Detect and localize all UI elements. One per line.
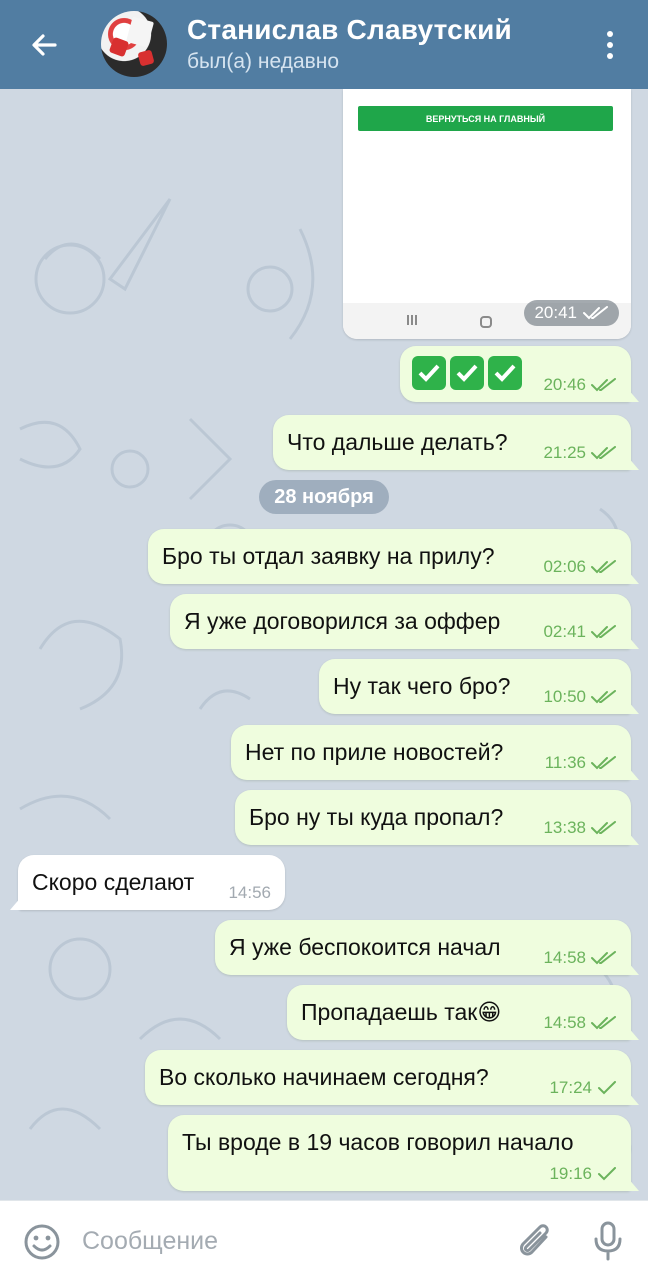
- date-separator: 28 ноября: [259, 480, 389, 514]
- message-time: 10:50: [543, 687, 586, 706]
- message-time: 20:46: [543, 375, 586, 394]
- message-bubble-incoming[interactable]: Скоро сделают 14:56: [10, 855, 285, 910]
- message-meta: 10:50: [543, 687, 617, 707]
- single-check-icon: [598, 1167, 616, 1181]
- arrow-left-icon: [32, 34, 57, 56]
- message-text: Я уже договорился за оффер: [184, 608, 501, 634]
- message-text: Бро ты отдал заявку на прилу?: [162, 543, 495, 569]
- message-text: Во сколько начинаем сегодня?: [159, 1064, 489, 1090]
- message-bubble[interactable]: Бро ты отдал заявку на прилу? 02:06: [148, 529, 639, 584]
- message-bubble[interactable]: Что дальше делать? 21:25: [273, 415, 639, 470]
- more-menu-button[interactable]: [590, 22, 630, 68]
- emoji-group: [412, 356, 526, 390]
- double-check-icon: [591, 690, 616, 704]
- message-bubble[interactable]: Во сколько начинаем сегодня? 17:24: [145, 1050, 639, 1105]
- message-meta: 21:25: [543, 443, 617, 463]
- message-meta: 14:58: [543, 948, 617, 968]
- message-composer: Сообщение: [0, 1200, 648, 1280]
- image-message[interactable]: ВЕРНУТЬСЯ НА ГЛАВНЫЙ 20:41: [343, 89, 631, 339]
- emoji-button[interactable]: [22, 1222, 62, 1262]
- message-meta: 14:56: [228, 883, 271, 903]
- message-time: 11:36: [544, 753, 586, 772]
- smile-icon: [24, 1224, 60, 1260]
- message-bubble[interactable]: Бро ну ты куда пропал? 13:38: [235, 790, 639, 845]
- paperclip-icon: [520, 1224, 549, 1256]
- message-time-text: 20:41: [534, 303, 577, 322]
- check-emoji-icon: [488, 356, 522, 390]
- contact-name[interactable]: Станислав Славутский: [187, 14, 512, 46]
- message-meta: 11:36: [545, 753, 617, 773]
- message-time: 20:41: [524, 300, 619, 326]
- voice-record-button[interactable]: [588, 1219, 628, 1263]
- message-time: 14:56: [228, 883, 271, 902]
- message-time: 02:06: [543, 557, 586, 576]
- message-bubble[interactable]: Ну так чего бро? 10:50: [319, 659, 639, 714]
- message-meta: 13:38: [543, 818, 617, 838]
- message-bubble[interactable]: Я уже беспокоится начал 14:58: [215, 920, 639, 975]
- double-check-icon: [591, 821, 616, 835]
- message-bubble[interactable]: Ты вроде в 19 часов говорил начало 19:16: [168, 1115, 639, 1191]
- check-emoji-icon: [450, 356, 484, 390]
- single-check-icon: [598, 1081, 616, 1095]
- double-check-icon: [591, 625, 616, 639]
- message-text: Ну так чего бро?: [333, 673, 511, 699]
- more-vertical-icon: [607, 31, 613, 37]
- double-check-icon: [583, 306, 608, 320]
- double-check-icon: [591, 446, 616, 460]
- message-time: 02:41: [543, 622, 586, 641]
- chat-header: Станислав Славутский был(а) недавно: [0, 0, 648, 89]
- message-time: 21:25: [543, 443, 586, 462]
- message-time: 14:58: [543, 948, 586, 967]
- message-input[interactable]: Сообщение: [82, 1221, 482, 1261]
- message-time: 17:24: [549, 1078, 592, 1097]
- message-meta: 19:16: [549, 1164, 617, 1184]
- message-text: Бро ну ты куда пропал?: [249, 804, 504, 830]
- double-check-icon: [591, 560, 616, 574]
- message-meta: 20:46: [543, 375, 617, 395]
- message-bubble[interactable]: Нет по приле новостей? 11:36: [231, 725, 639, 780]
- message-list[interactable]: ВЕРНУТЬСЯ НА ГЛАВНЫЙ 20:41 20:46 Что дал…: [0, 89, 648, 1200]
- message-time: 19:16: [549, 1164, 592, 1183]
- message-bubble[interactable]: 20:46: [400, 346, 639, 402]
- contact-status: был(а) недавно: [187, 50, 340, 73]
- double-check-icon: [591, 756, 616, 770]
- message-text: Пропадаешь так😁: [301, 999, 502, 1025]
- message-time: 13:38: [543, 818, 586, 837]
- message-text: Я уже беспокоится начал: [229, 934, 501, 960]
- message-bubble[interactable]: Я уже договорился за оффер 02:41: [170, 594, 639, 649]
- message-text: Что дальше делать?: [287, 429, 508, 455]
- double-check-icon: [591, 1016, 616, 1030]
- message-text: Нет по приле новостей?: [245, 739, 504, 765]
- message-time: 14:58: [543, 1013, 586, 1032]
- double-check-icon: [591, 378, 616, 392]
- attach-button[interactable]: [516, 1221, 556, 1263]
- back-button[interactable]: [16, 22, 72, 68]
- double-check-icon: [591, 951, 616, 965]
- avatar[interactable]: [101, 11, 167, 77]
- microphone-icon: [594, 1221, 622, 1261]
- message-meta: 17:24: [549, 1078, 617, 1098]
- message-text: Скоро сделают: [32, 869, 195, 895]
- message-meta: 14:58: [543, 1013, 617, 1033]
- check-emoji-icon: [412, 356, 446, 390]
- message-meta: 02:06: [543, 557, 617, 577]
- message-text: Ты вроде в 19 часов говорил начало: [182, 1129, 574, 1155]
- message-meta: 02:41: [543, 622, 617, 642]
- screenshot-button-label: ВЕРНУТЬСЯ НА ГЛАВНЫЙ: [358, 106, 613, 131]
- message-bubble[interactable]: Пропадаешь так😁 14:58: [287, 985, 639, 1040]
